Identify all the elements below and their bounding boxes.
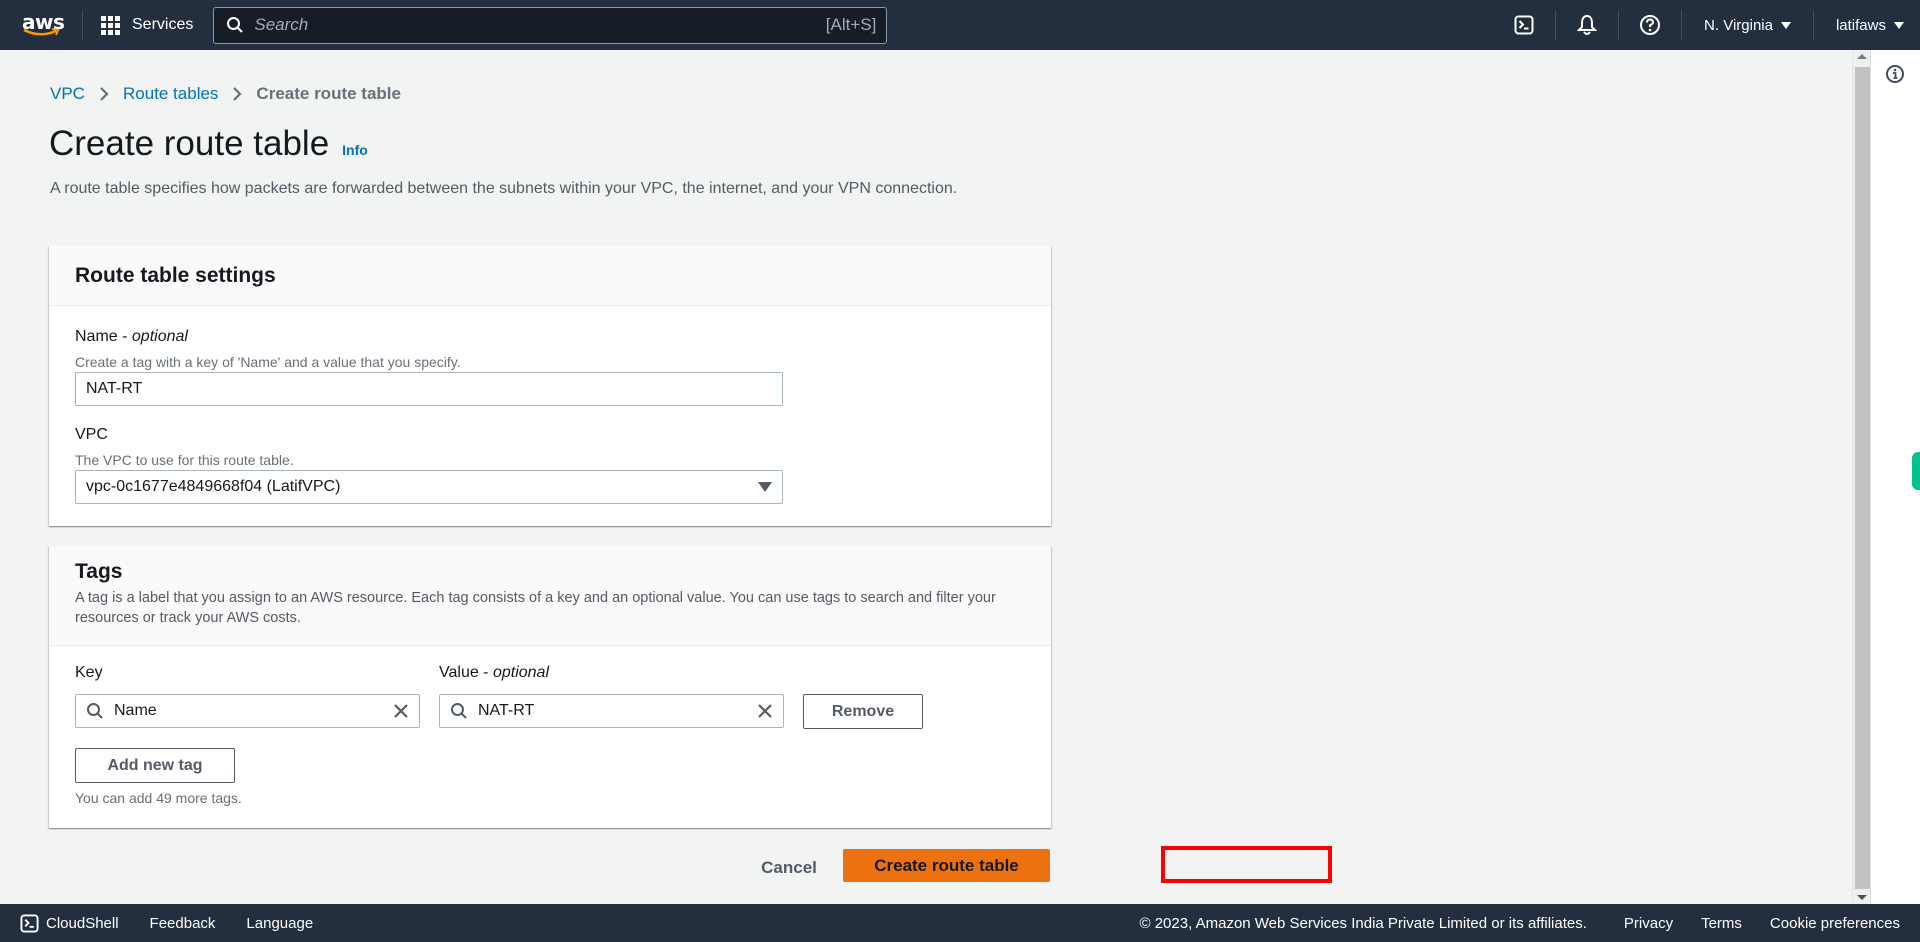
page-description: A route table specifies how packets are … (50, 180, 958, 197)
search-bar[interactable]: [Alt+S] (213, 6, 888, 44)
side-feedback-tab[interactable] (1912, 452, 1920, 490)
region-selector[interactable]: N. Virginia (1682, 17, 1813, 34)
cloudshell-button[interactable] (1493, 0, 1555, 50)
scroll-up-icon[interactable] (1857, 54, 1867, 59)
tags-panel-title: Tags (75, 560, 123, 583)
name-field[interactable] (75, 372, 783, 406)
vpc-field-hint: The VPC to use for this route table. (75, 452, 294, 468)
services-label: Services (132, 16, 194, 33)
route-table-settings-panel: Route table settings Name - optional Cre… (49, 246, 1051, 526)
copyright-text: © 2023, Amazon Web Services India Privat… (1139, 914, 1587, 932)
vpc-field-label: VPC (75, 426, 108, 443)
search-shortcut-hint: [Alt+S] (825, 15, 877, 34)
account-label: latifaws (1835, 16, 1886, 34)
cloudshell-label: CloudShell (46, 914, 119, 932)
aws-smile-icon (23, 28, 60, 36)
tag-key-input[interactable] (114, 702, 393, 720)
bell-icon (1577, 14, 1598, 35)
tag-key-field[interactable] (75, 694, 420, 728)
tag-key-label: Key (75, 664, 103, 681)
account-menu[interactable]: latifaws (1814, 17, 1920, 34)
notifications-button[interactable] (1556, 0, 1618, 50)
top-navigation: aws Services [Alt+S] (0, 0, 1920, 50)
caret-down-icon (1780, 21, 1791, 29)
cookie-preferences-link[interactable]: Cookie preferences (1770, 915, 1900, 932)
tags-description: A tag is a label that you assign to an A… (75, 590, 996, 626)
clear-value-icon[interactable] (757, 703, 773, 719)
search-icon (87, 703, 103, 719)
search-icon (227, 17, 244, 33)
add-new-tag-button[interactable]: Add new tag (75, 748, 235, 783)
vpc-select[interactable]: vpc-0c1677e4849668f04 (LatifVPC) (75, 470, 783, 504)
breadcrumb-route-tables[interactable]: Route tables (123, 84, 218, 104)
name-field-label: Name - optional (75, 328, 188, 345)
clear-key-icon[interactable] (393, 703, 409, 719)
search-icon (451, 703, 467, 719)
cancel-button[interactable]: Cancel (750, 852, 828, 884)
chevron-right-icon (100, 87, 109, 101)
cloudshell-icon (20, 913, 39, 933)
cloudshell-footer-button[interactable]: CloudShell (20, 913, 119, 933)
info-icon[interactable] (1885, 64, 1905, 84)
scroll-down-icon[interactable] (1857, 895, 1867, 900)
info-link[interactable]: Info (342, 142, 368, 158)
services-menu-button[interactable]: Services (101, 15, 194, 35)
vpc-selected-value: vpc-0c1677e4849668f04 (LatifVPC) (86, 478, 341, 495)
language-link[interactable]: Language (246, 915, 313, 932)
region-label: N. Virginia (1704, 16, 1773, 34)
highlight-annotation-box (1161, 846, 1332, 883)
create-route-table-button[interactable]: Create route table (843, 849, 1050, 882)
cloudshell-icon (1514, 15, 1534, 35)
page-scrollbar[interactable] (1852, 50, 1870, 904)
console-footer: CloudShell Feedback Language © 2023, Ama… (0, 904, 1920, 942)
tags-panel: Tags A tag is a label that you assign to… (49, 546, 1051, 828)
caret-down-icon (1894, 21, 1904, 29)
aws-logo[interactable]: aws (22, 8, 65, 42)
breadcrumb: VPC Route tables Create route table (50, 84, 401, 104)
scrollbar-thumb[interactable] (1855, 67, 1870, 889)
terms-link[interactable]: Terms (1701, 915, 1742, 932)
page-title-row: Create route table Info (49, 124, 368, 164)
page-title: Create route table (49, 124, 330, 163)
remove-tag-button[interactable]: Remove (803, 694, 923, 729)
tag-value-field[interactable] (439, 694, 784, 728)
tags-remaining-text: You can add 49 more tags. (75, 790, 242, 806)
privacy-link[interactable]: Privacy (1624, 915, 1673, 932)
settings-panel-title: Route table settings (75, 263, 276, 287)
grid-icon (101, 15, 120, 35)
name-field-hint: Create a tag with a key of 'Name' and a … (75, 354, 461, 370)
help-button[interactable] (1619, 0, 1681, 50)
caret-down-icon (758, 482, 772, 492)
tag-value-input[interactable] (478, 702, 757, 720)
search-input[interactable] (254, 15, 826, 35)
breadcrumb-current: Create route table (256, 84, 401, 103)
feedback-link[interactable]: Feedback (150, 915, 216, 932)
name-input[interactable] (86, 380, 782, 398)
nav-divider (82, 10, 83, 40)
tag-value-label: Value - optional (439, 664, 549, 681)
chevron-right-icon (233, 87, 242, 101)
breadcrumb-vpc[interactable]: VPC (50, 84, 85, 104)
help-icon (1640, 15, 1661, 35)
